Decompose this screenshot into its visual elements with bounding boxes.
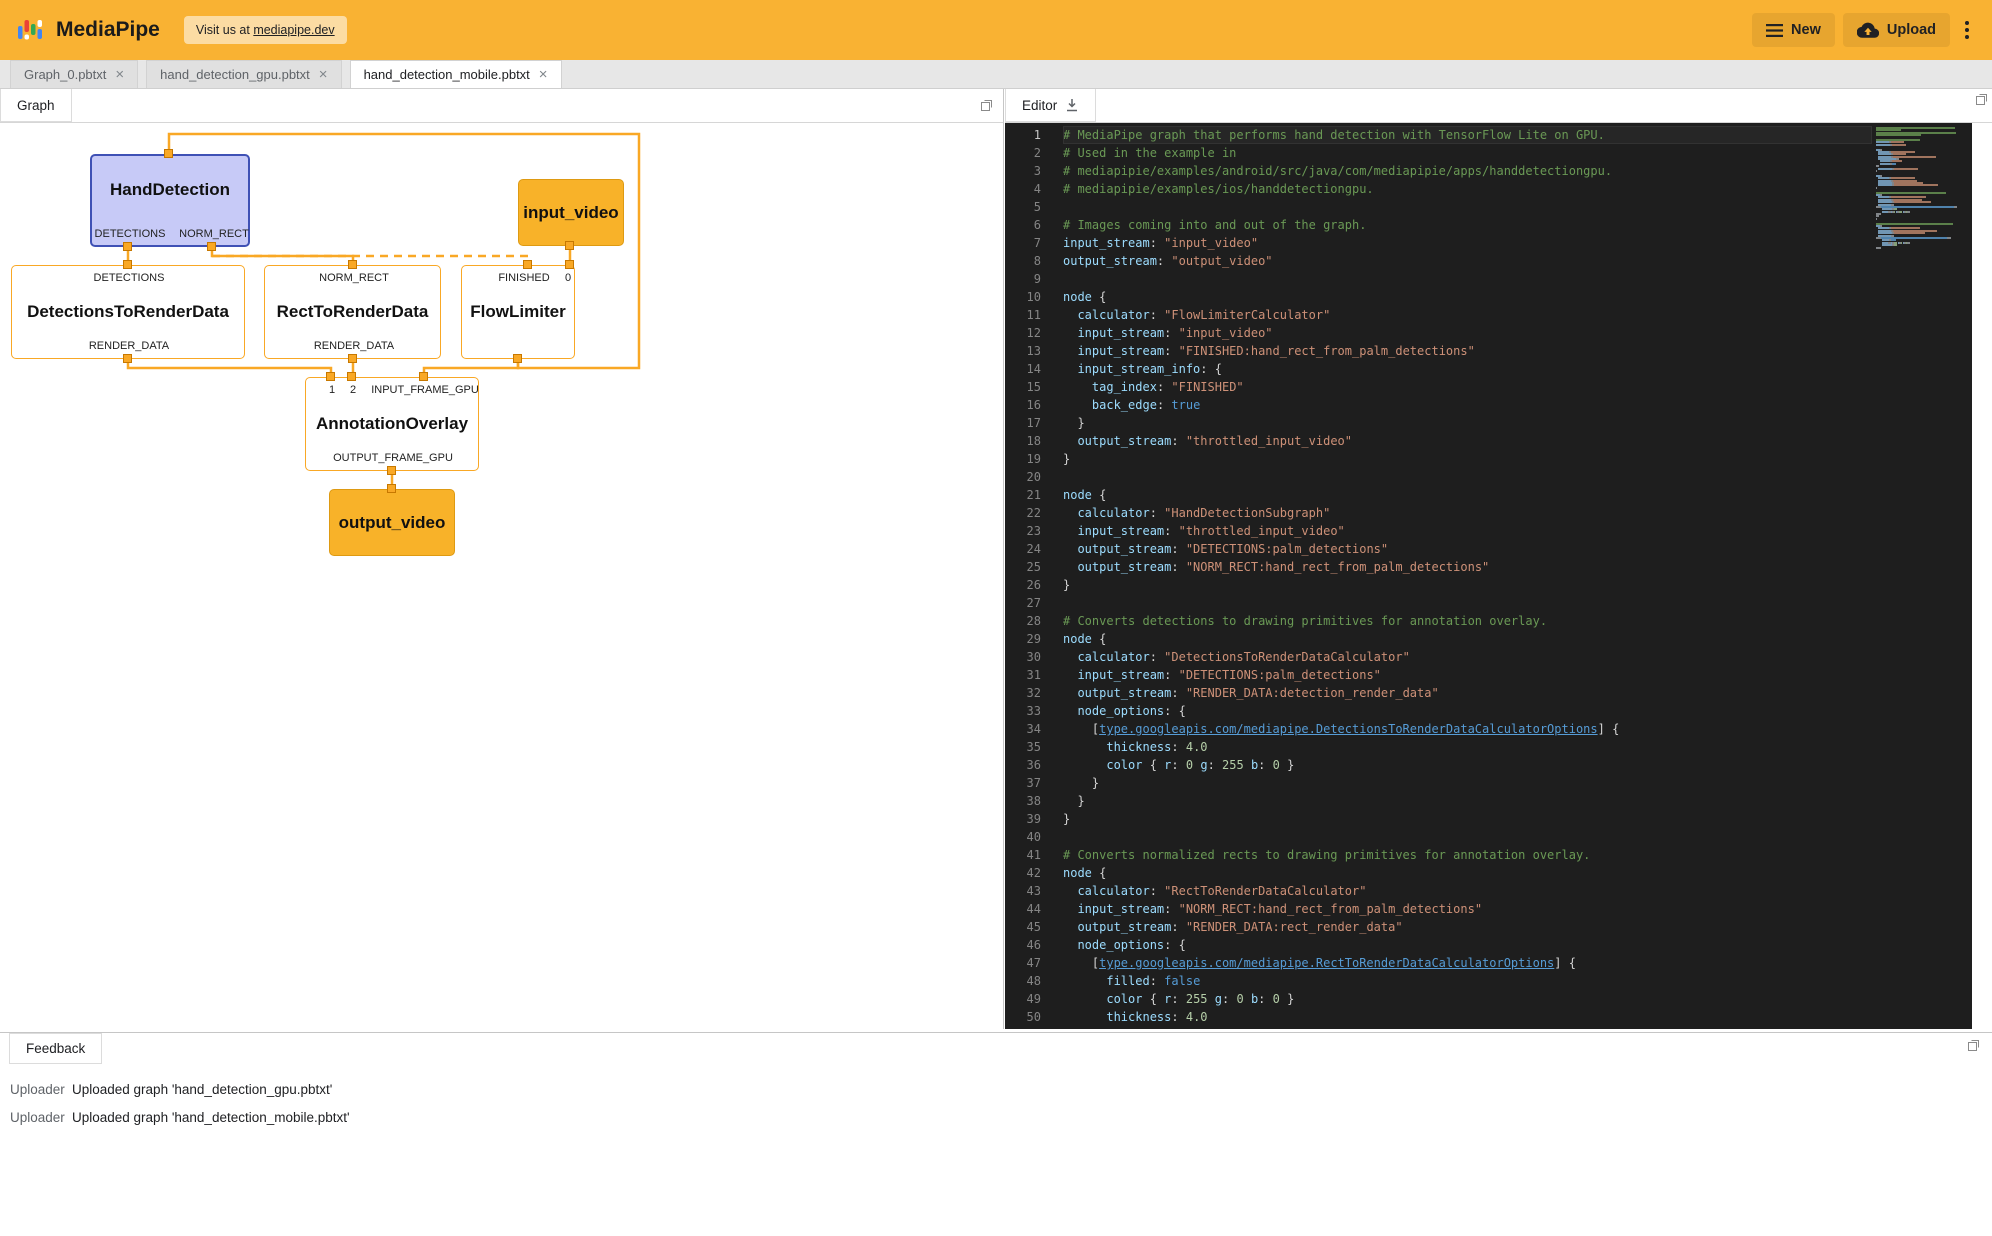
graph-pane: Graph HandDetection DET: [0, 89, 1004, 1029]
port-marker: [565, 260, 574, 269]
app-header: MediaPipe Visit us at mediapipe.dev New …: [0, 0, 1992, 60]
graph-node-handdetection[interactable]: HandDetection DETECTIONS NORM_RECT: [90, 154, 250, 247]
graph-node-recttorenderdata[interactable]: NORM_RECT RectToRenderData RENDER_DATA: [264, 265, 441, 359]
document-tabbar: Graph_0.pbtxt × hand_detection_gpu.pbtxt…: [0, 60, 1992, 89]
app-title: MediaPipe: [56, 18, 160, 42]
feedback-pane: Feedback Uploader Uploaded graph 'hand_d…: [0, 1032, 1992, 1236]
editor-pane-header: Editor: [1005, 89, 1992, 123]
port-marker: [164, 149, 173, 158]
cloud-upload-icon: [1857, 22, 1879, 38]
port-marker: [419, 372, 428, 381]
mediapipe-logo: [16, 15, 46, 45]
kebab-menu-button[interactable]: [1958, 14, 1976, 46]
port-marker: [123, 354, 132, 363]
edge: [212, 256, 528, 265]
editor-minimap[interactable]: [1876, 127, 1972, 249]
tab-graph-view[interactable]: Graph: [0, 89, 72, 122]
tab-hand-detection-gpu-pbtxt[interactable]: hand_detection_gpu.pbtxt ×: [146, 60, 341, 88]
edge: [128, 359, 331, 377]
port-marker: [513, 354, 522, 363]
graph-canvas[interactable]: HandDetection DETECTIONS NORM_RECT input…: [0, 123, 1003, 1028]
editor-code[interactable]: # MediaPipe graph that performs hand det…: [1063, 126, 1872, 1029]
popout-icon-graph[interactable]: [980, 99, 993, 112]
port-marker: [123, 242, 132, 251]
edge: [424, 359, 518, 377]
port-marker: [207, 242, 216, 251]
close-icon[interactable]: ×: [319, 67, 328, 82]
graph-pane-header: Graph: [0, 89, 1003, 123]
feedback-rows: Uploader Uploaded graph 'hand_detection_…: [0, 1067, 1992, 1131]
port-marker: [387, 484, 396, 493]
port-marker: [326, 372, 335, 381]
port-marker: [387, 466, 396, 475]
visit-text: Visit us at: [196, 23, 253, 37]
port-marker: [348, 260, 357, 269]
editor-pane: Editor 123456789101112131415161718192021…: [1005, 89, 1992, 1029]
new-button-label: New: [1791, 22, 1821, 38]
close-icon[interactable]: ×: [115, 67, 124, 82]
graph-node-detectionstorenderdata[interactable]: DETECTIONS DetectionsToRenderData RENDER…: [11, 265, 245, 359]
popout-icon-feedback[interactable]: [1967, 1039, 1980, 1052]
mediapipe-dev-link[interactable]: mediapipe.dev: [253, 23, 334, 37]
port-marker: [523, 260, 532, 269]
tab-hand-detection-mobile-pbtxt[interactable]: hand_detection_mobile.pbtxt ×: [350, 60, 562, 88]
port-marker: [347, 372, 356, 381]
graph-edges: [0, 123, 1003, 1028]
feedback-row: Uploader Uploaded graph 'hand_detection_…: [10, 1075, 1992, 1103]
editor-gutter: 1234567891011121314151617181920212223242…: [1005, 126, 1061, 1029]
feedback-pane-header: Feedback: [0, 1033, 1992, 1067]
graph-node-output-video[interactable]: output_video: [329, 489, 455, 556]
feedback-row: Uploader Uploaded graph 'hand_detection_…: [10, 1103, 1992, 1131]
download-icon[interactable]: [1065, 98, 1079, 112]
kebab-icon: [1964, 20, 1970, 40]
port-marker: [123, 260, 132, 269]
port-marker: [348, 354, 357, 363]
graph-node-input-video[interactable]: input_video: [518, 179, 624, 246]
tab-editor-view[interactable]: Editor: [1005, 89, 1096, 122]
tab-graph-0-pbtxt[interactable]: Graph_0.pbtxt ×: [10, 60, 138, 88]
graph-node-flowlimiter[interactable]: FINISHED 0 FlowLimiter: [461, 265, 575, 359]
close-icon[interactable]: ×: [539, 67, 548, 82]
visit-badge: Visit us at mediapipe.dev: [184, 16, 347, 44]
upload-button-label: Upload: [1887, 22, 1936, 38]
upload-button[interactable]: Upload: [1843, 13, 1950, 47]
port-marker: [565, 241, 574, 250]
hamburger-icon: [1766, 23, 1783, 38]
code-editor[interactable]: 1234567891011121314151617181920212223242…: [1005, 123, 1972, 1029]
popout-icon-editor[interactable]: [1975, 93, 1988, 106]
graph-node-annotationoverlay[interactable]: 1 2 INPUT_FRAME_GPU AnnotationOverlay OU…: [305, 377, 479, 471]
new-button[interactable]: New: [1752, 13, 1835, 47]
tab-feedback[interactable]: Feedback: [9, 1033, 102, 1064]
